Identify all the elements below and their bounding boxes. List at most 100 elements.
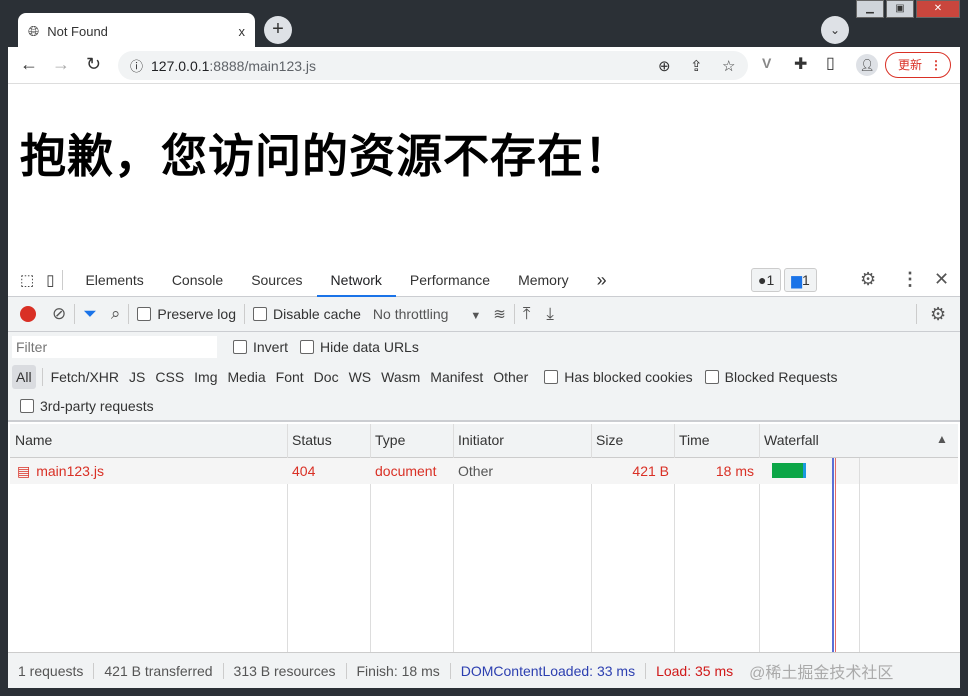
type-filter-media[interactable]: Media (228, 369, 266, 385)
has-blocked-cookies-checkbox[interactable]: Has blocked cookies (544, 369, 693, 385)
column-type[interactable]: Type (370, 424, 405, 457)
requests-table: Name Status Type Initiator Size Time Wat… (10, 424, 958, 652)
type-filter-css[interactable]: CSS (155, 369, 184, 385)
bookmark-star-icon[interactable]: ☆ (722, 57, 735, 75)
row-type: document (375, 463, 437, 479)
type-filter-manifest[interactable]: Manifest (430, 369, 483, 385)
type-filter-img[interactable]: Img (194, 369, 217, 385)
throttling-select[interactable]: No throttling ▼ (373, 306, 481, 322)
blocked-requests-checkbox[interactable]: Blocked Requests (704, 369, 838, 385)
load-marker-line (835, 458, 836, 652)
column-size[interactable]: Size (591, 424, 623, 457)
column-waterfall[interactable]: Waterfall (759, 424, 819, 457)
message-icon: ▆ (791, 272, 803, 288)
message-count: 1 (802, 272, 810, 288)
tab-close-icon[interactable]: x (239, 24, 246, 39)
table-row[interactable]: ▤ main123.js 404 document Other 421 B 18 … (10, 458, 958, 484)
type-filter-fetch-xhr[interactable]: Fetch/XHR (51, 369, 119, 385)
reload-icon[interactable]: ↻ (86, 54, 101, 75)
search-icon[interactable]: ⌕ (111, 304, 121, 324)
tab-performance[interactable]: Performance (396, 263, 504, 297)
menu-kebab-icon: ⋮ (930, 58, 942, 72)
request-count: 1 requests (8, 662, 95, 679)
tab-sources[interactable]: Sources (237, 263, 316, 297)
network-settings-icon[interactable]: ⚙ (930, 304, 946, 325)
record-icon[interactable] (20, 306, 36, 322)
dcl-marker-line (832, 458, 834, 652)
type-filter-js[interactable]: JS (129, 369, 145, 385)
device-toolbar-icon[interactable]: ▯ (46, 271, 54, 289)
update-button[interactable]: 更新 ⋮ (885, 52, 951, 78)
column-status[interactable]: Status (287, 424, 332, 457)
load-time: Load: 35 ms (656, 662, 734, 679)
waterfall-bar (772, 463, 806, 478)
error-count-badge[interactable]: ●1 (751, 268, 782, 292)
preserve-log-checkbox[interactable]: Preserve log (137, 306, 236, 322)
new-tab-button[interactable]: + (264, 16, 292, 44)
close-window-button[interactable]: ✕ (916, 0, 960, 18)
hide-data-urls-checkbox[interactable]: Hide data URLs (300, 339, 419, 355)
document-file-icon: ▤ (17, 463, 31, 479)
browser-tab[interactable]: 🌐︎ Not Found x (18, 13, 255, 49)
row-time: 18 ms (715, 463, 754, 479)
tab-elements[interactable]: Elements (71, 263, 157, 297)
tab-memory[interactable]: Memory (504, 263, 583, 297)
close-devtools-icon[interactable]: ✕ (934, 269, 949, 290)
transferred-size: 421 B transferred (94, 662, 224, 679)
message-count-badge[interactable]: ▆1 (784, 268, 817, 292)
dom-content-loaded: DOMContentLoaded: 33 ms (451, 662, 647, 679)
column-name[interactable]: Name (10, 424, 52, 457)
type-filter-doc[interactable]: Doc (314, 369, 339, 385)
type-filter-ws[interactable]: WS (349, 369, 372, 385)
column-time[interactable]: Time (674, 424, 710, 457)
import-har-icon[interactable]: ⤒ (523, 304, 531, 324)
filter-funnel-icon[interactable]: ⏷ (83, 304, 97, 324)
profile-avatar[interactable]: 👤︎ (856, 54, 878, 76)
row-status: 404 (292, 463, 316, 479)
third-party-checkbox[interactable]: 3rd-party requests (20, 398, 154, 414)
url-path: :8888/main123.js (209, 57, 317, 74)
network-toolbar: ⊘ ⏷ ⌕ Preserve log Disable cache No thro… (8, 297, 960, 332)
disable-cache-checkbox[interactable]: Disable cache (252, 306, 361, 322)
tab-network[interactable]: Network (316, 263, 396, 297)
inspect-element-icon[interactable]: ⬚ (20, 271, 34, 289)
back-icon[interactable]: ← (20, 54, 38, 75)
settings-gear-icon[interactable]: ⚙ (860, 269, 876, 290)
tab-console[interactable]: Console (158, 263, 237, 297)
column-initiator[interactable]: Initiator (453, 424, 504, 457)
page-heading: 抱歉，您访问的资源不存在！ (20, 129, 631, 183)
resources-size: 313 B resources (224, 662, 347, 679)
sort-ascending-icon[interactable]: ▲ (936, 432, 948, 446)
minimize-button[interactable]: ▁ (856, 0, 884, 18)
extensions-puzzle-icon[interactable]: ✚ (794, 54, 807, 74)
browser-toolbar: ← → ↻ ⓘ 127.0.0.1:8888/main123.js ⊕ ⇪ ☆ … (8, 47, 960, 84)
type-filter-wasm[interactable]: Wasm (381, 369, 420, 385)
dropdown-arrow-icon: ▼ (470, 310, 482, 322)
tab-search-icon[interactable]: ⌄ (821, 16, 849, 44)
address-bar[interactable]: ⓘ 127.0.0.1:8888/main123.js ⊕ ⇪ ☆ (118, 51, 748, 80)
invert-checkbox[interactable]: Invert (233, 339, 288, 355)
has-blocked-cookies-label: Has blocked cookies (564, 369, 693, 385)
watermark: @稀土掘金技术社区 (749, 664, 894, 682)
devtools-menu-icon[interactable]: ⋮ (901, 269, 919, 290)
type-filter-font[interactable]: Font (276, 369, 304, 385)
forward-icon[interactable]: → (52, 54, 70, 75)
more-tabs-button[interactable]: » (583, 263, 621, 297)
network-conditions-icon[interactable]: ≋ (493, 305, 506, 323)
status-bar: 1 requests 421 B transferred 313 B resou… (8, 652, 960, 688)
blocked-requests-label: Blocked Requests (724, 369, 838, 385)
window-controls: ▁ ▣ ✕ (856, 0, 960, 18)
export-har-icon[interactable]: ⤓ (546, 304, 554, 324)
share-icon[interactable]: ⇪ (690, 57, 703, 75)
devtools-panel: ⬚ ▯ Elements Console Sources Network Per… (8, 263, 960, 688)
clear-icon[interactable]: ⊘ (52, 304, 66, 324)
filter-input[interactable] (12, 336, 217, 358)
disable-cache-label: Disable cache (272, 306, 361, 322)
maximize-button[interactable]: ▣ (886, 0, 914, 18)
type-filter-all[interactable]: All (12, 365, 36, 389)
zoom-icon[interactable]: ⊕ (658, 57, 671, 75)
type-filter-other[interactable]: Other (493, 369, 528, 385)
extension-v-icon[interactable]: V (762, 55, 771, 71)
info-icon: ⓘ (130, 59, 144, 74)
side-panel-icon[interactable]: ▯ (826, 53, 835, 73)
